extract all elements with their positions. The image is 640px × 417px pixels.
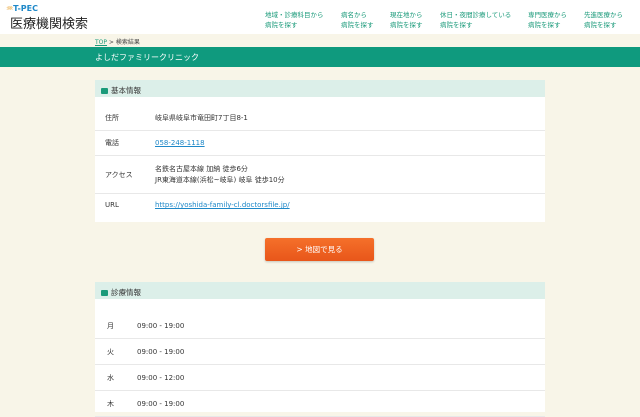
url-row: URL https://yoshida-family-cl.doctorsfile… <box>95 194 545 222</box>
nav-advanced[interactable]: 先進医療から 病院を探す <box>584 10 623 30</box>
address-label: 住所 <box>105 113 119 122</box>
access-line: JR東海道本線(浜松~岐阜) 岐阜 徒歩10分 <box>155 175 285 184</box>
breadcrumb-top[interactable]: TOP <box>95 39 107 46</box>
phone-link[interactable]: 058-248-1118 <box>155 139 205 147</box>
day: 木 <box>107 399 114 408</box>
time: 09:00 - 12:00 <box>137 373 185 382</box>
header: ♒T-PEC 医療機関検索 地域・診療科目から 病院を探す 病名から 病院を探す 現… <box>0 0 640 34</box>
logo-brand[interactable]: ♒T-PEC <box>6 4 38 13</box>
nav-disease[interactable]: 病名から 病院を探す <box>341 10 374 30</box>
logo-title[interactable]: 医療機関検索 <box>10 13 88 32</box>
access-row: アクセス 名鉄名古屋本線 加納 徒歩6分 JR東海道本線(浜松~岐阜) 岐阜 徒歩1… <box>95 156 545 194</box>
nav-specialty[interactable]: 専門医療から 病院を探す <box>528 10 567 30</box>
car-icon <box>101 289 108 296</box>
day: 月 <box>107 321 114 330</box>
time: 09:00 - 19:00 <box>137 347 185 356</box>
address-row: 住所 岐阜県岐阜市竜田町7丁目8-1 <box>95 105 545 131</box>
url-label: URL <box>105 201 119 209</box>
clinic-name: よしだファミリークリニック <box>0 47 640 67</box>
phone-row: 電話 058-248-1118 <box>95 131 545 156</box>
time: 09:00 - 19:00 <box>137 399 185 408</box>
access-line: 名鉄名古屋本線 加納 徒歩6分 <box>155 164 248 173</box>
breadcrumb-current: 検索結果 <box>115 39 140 46</box>
address-value: 岐阜県岐阜市竜田町7丁目8-1 <box>155 113 248 122</box>
hours-row: 火 09:00 - 19:00 <box>95 339 545 365</box>
phone-label: 電話 <box>105 139 119 147</box>
breadcrumb-sep: > <box>107 39 116 46</box>
day: 水 <box>107 373 114 382</box>
hours-row: 木 09:00 - 19:00 <box>95 391 545 417</box>
hours-row: 水 09:00 - 12:00 <box>95 365 545 391</box>
access-label: アクセス <box>105 170 133 179</box>
nav-location[interactable]: 現在地から 病院を探す <box>390 10 423 30</box>
time: 09:00 - 19:00 <box>137 321 185 330</box>
day: 火 <box>107 347 114 356</box>
basic-info-header: 基本情報 <box>95 80 545 97</box>
nav-holiday[interactable]: 休日・夜間診療している 病院を探す <box>440 10 511 30</box>
view-map-button[interactable]: > 地図で見る <box>265 238 374 261</box>
basic-info-title: 基本情報 <box>111 86 141 95</box>
breadcrumb: TOP > 検索結果 <box>0 34 640 47</box>
nav-area[interactable]: 地域・診療科目から 病院を探す <box>265 10 324 30</box>
hours-header: 診療情報 <box>95 282 545 299</box>
hours-title: 診療情報 <box>111 288 141 297</box>
url-link[interactable]: https://yoshida-family-cl.doctorsfile.jp… <box>155 201 290 209</box>
hours-row: 月 09:00 - 19:00 <box>95 313 545 339</box>
house-icon <box>101 87 108 94</box>
basic-info-card: 基本情報 住所 岐阜県岐阜市竜田町7丁目8-1 電話 058-248-1118 アク… <box>95 80 545 222</box>
hours-card: 診療情報 月 09:00 - 19:00 火 09:00 - 19:00 水 09:0… <box>95 282 545 417</box>
